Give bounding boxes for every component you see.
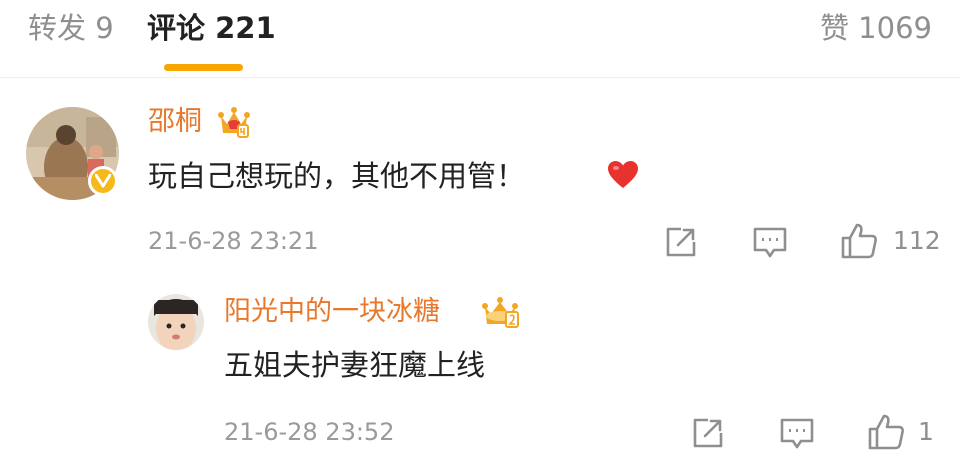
heart-icon	[607, 160, 639, 194]
like-thumb-icon[interactable]	[867, 413, 905, 455]
comment-username[interactable]: 阳光中的一块冰糖	[224, 294, 440, 330]
tab-likes[interactable]: 赞 1069	[820, 8, 932, 48]
like-thumb-icon[interactable]	[840, 222, 878, 264]
comment-tabs-bar: 转发 9 评论 221 赞 1069	[0, 0, 960, 78]
comment-content: 玩自己想玩的，其他不用管！	[148, 159, 526, 193]
comment-content: 五姐夫护妻狂魔上线	[224, 348, 486, 382]
like-count: 112	[893, 226, 941, 255]
share-icon[interactable]	[691, 416, 725, 454]
comment-timestamp: 21-6-28 23:21	[148, 227, 319, 255]
verified-badge-icon	[88, 166, 118, 196]
reply-icon[interactable]	[779, 417, 815, 455]
comment-timestamp: 21-6-28 23:52	[224, 418, 395, 446]
member-crown-icon	[479, 294, 521, 334]
tab-comments[interactable]: 评论 221	[147, 8, 276, 48]
reply-icon[interactable]	[752, 226, 788, 264]
avatar[interactable]	[148, 294, 204, 350]
member-crown-icon	[216, 104, 252, 144]
active-tab-indicator	[164, 64, 243, 71]
share-icon[interactable]	[664, 225, 698, 263]
tab-repost[interactable]: 转发 9	[28, 8, 114, 48]
comment-username[interactable]: 邵桐	[148, 104, 202, 140]
like-count: 1	[918, 417, 934, 446]
